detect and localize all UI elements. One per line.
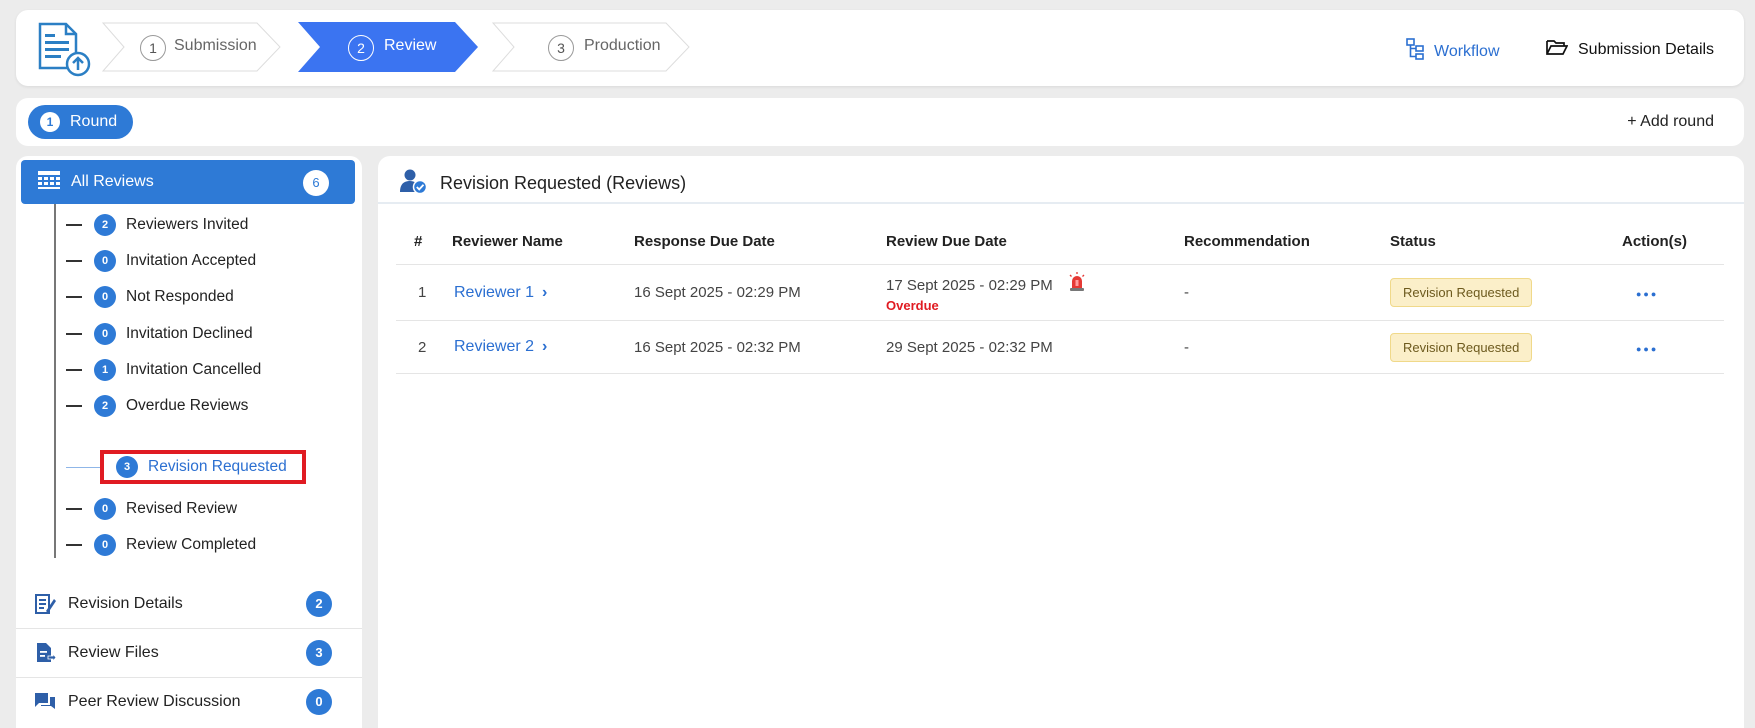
folder-open-icon bbox=[1546, 38, 1569, 61]
count-badge: 0 bbox=[306, 689, 332, 715]
submission-logo-icon bbox=[34, 20, 94, 78]
recommendation: - bbox=[1184, 264, 1390, 321]
step-number: 3 bbox=[548, 35, 574, 61]
step-label: Review bbox=[384, 37, 437, 54]
row-number: 1 bbox=[396, 264, 452, 321]
more-actions-icon[interactable]: ●●● bbox=[1636, 344, 1658, 354]
count-badge: 2 bbox=[94, 395, 116, 417]
review-sidebar: All Reviews 6 2 Reviewers Invited 0 Invi… bbox=[16, 156, 362, 728]
sidebar-item-revised-review[interactable]: 0 Revised Review bbox=[66, 496, 237, 522]
sidebar-item-peer-review-discussion[interactable]: Peer Review Discussion 0 bbox=[16, 678, 362, 726]
sidebar-item-label: Invitation Accepted bbox=[126, 252, 257, 269]
workflow-tree-icon bbox=[1406, 38, 1424, 65]
count-badge: 0 bbox=[94, 534, 116, 556]
sidebar-item-invitation-accepted[interactable]: 0 Invitation Accepted bbox=[66, 248, 256, 274]
sidebar-item-review-completed[interactable]: 0 Review Completed bbox=[66, 532, 256, 558]
submission-details-label: Submission Details bbox=[1578, 40, 1715, 58]
count-badge: 0 bbox=[94, 323, 116, 345]
step-number: 2 bbox=[348, 35, 374, 61]
column-header: Recommendation bbox=[1184, 218, 1390, 265]
overdue-label: Overdue bbox=[886, 298, 939, 313]
count-badge: 1 bbox=[94, 359, 116, 381]
review-due-date: 29 Sept 2025 - 02:32 PM bbox=[886, 320, 1184, 374]
reviewer-name-link[interactable]: Reviewer 2 › bbox=[452, 320, 634, 374]
tree-line bbox=[54, 204, 56, 558]
sidebar-item-label: Peer Review Discussion bbox=[68, 693, 241, 710]
recommendation: - bbox=[1184, 320, 1390, 374]
workflow-label: Workflow bbox=[1434, 42, 1500, 60]
round-label: Round bbox=[70, 113, 118, 130]
more-actions-icon[interactable]: ●●● bbox=[1636, 289, 1658, 299]
sidebar-item-label: Not Responded bbox=[126, 288, 234, 305]
count-badge: 0 bbox=[94, 250, 116, 272]
sidebar-item-label: Revision Details bbox=[68, 595, 183, 612]
sidebar-item-invitation-cancelled[interactable]: 1 Invitation Cancelled bbox=[66, 357, 261, 383]
round-tab[interactable]: 1 Round bbox=[28, 105, 134, 139]
sidebar-item-revision-details[interactable]: Revision Details 2 bbox=[16, 580, 362, 629]
row-number: 2 bbox=[396, 320, 452, 374]
column-header: Reviewer Name bbox=[452, 218, 634, 265]
sidebar-item-label: Invitation Declined bbox=[126, 325, 253, 342]
response-due-date: 16 Sept 2025 - 02:32 PM bbox=[634, 320, 886, 374]
page-title-text: Revision Requested (Reviews) bbox=[440, 173, 687, 193]
reviews-table: # Reviewer Name Response Due Date Review… bbox=[396, 218, 1724, 374]
table-row: 2 Reviewer 2 › 16 Sept 2025 - 02:32 PM 29… bbox=[396, 320, 1724, 374]
sidebar-item-not-responded[interactable]: 0 Not Responded bbox=[66, 284, 234, 310]
count-badge: 0 bbox=[94, 498, 116, 520]
sidebar-item-label: Overdue Reviews bbox=[126, 397, 249, 414]
chevron-right-icon: › bbox=[542, 338, 548, 355]
user-check-icon bbox=[400, 168, 428, 199]
sidebar-item-invitation-declined[interactable]: 0 Invitation Declined bbox=[66, 321, 253, 347]
response-due-date: 16 Sept 2025 - 02:29 PM bbox=[634, 264, 886, 321]
reviewer-name: Reviewer 1 bbox=[454, 283, 535, 301]
count-badge: 3 bbox=[306, 640, 332, 666]
sidebar-item-label: Review Completed bbox=[126, 536, 257, 553]
edit-document-icon bbox=[34, 593, 56, 615]
table-header-row: # Reviewer Name Response Due Date Review… bbox=[396, 218, 1724, 265]
sidebar-item-all-reviews[interactable]: All Reviews 6 bbox=[21, 160, 355, 204]
reviewer-name: Reviewer 2 bbox=[454, 338, 535, 355]
step-number: 1 bbox=[140, 35, 166, 61]
sidebar-item-label: Reviewers Invited bbox=[126, 216, 249, 233]
workflow-link[interactable]: Workflow bbox=[1406, 38, 1500, 65]
selection-highlight bbox=[100, 450, 306, 484]
round-bar: 1 Round + Add round bbox=[16, 98, 1744, 146]
status-badge: Revision Requested bbox=[1390, 332, 1533, 362]
all-reviews-count: 6 bbox=[303, 170, 329, 196]
review-due-date: 17 Sept 2025 - 02:29 PM bbox=[886, 277, 1053, 294]
count-badge: 0 bbox=[94, 286, 116, 308]
column-header: Response Due Date bbox=[634, 218, 886, 265]
reviewer-name-link[interactable]: Reviewer 1 › bbox=[452, 264, 634, 321]
alarm-siren-icon bbox=[1067, 272, 1087, 296]
file-arrow-icon bbox=[34, 642, 57, 664]
submission-details-link[interactable]: Submission Details bbox=[1546, 38, 1714, 61]
add-round-button[interactable]: + Add round bbox=[1627, 113, 1714, 131]
sidebar-item-overdue-reviews[interactable]: 2 Overdue Reviews bbox=[66, 393, 248, 419]
sidebar-item-label: Review Files bbox=[68, 644, 159, 661]
step-label: Submission bbox=[174, 37, 257, 54]
reviews-list-icon bbox=[37, 170, 61, 195]
column-header: Status bbox=[1390, 218, 1622, 265]
main-panel: Revision Requested (Reviews) # Reviewer … bbox=[378, 156, 1744, 728]
sidebar-item-review-files[interactable]: Review Files 3 bbox=[16, 629, 362, 678]
divider bbox=[378, 202, 1744, 204]
column-header: Review Due Date bbox=[886, 218, 1184, 265]
review-due-cell: 17 Sept 2025 - 02:29 PM Overdue bbox=[886, 264, 1184, 321]
sidebar-item-label: Revised Review bbox=[126, 500, 238, 517]
status-badge: Revision Requested bbox=[1390, 278, 1533, 307]
chat-bubbles-icon bbox=[34, 691, 56, 713]
page-title: Revision Requested (Reviews) bbox=[400, 168, 686, 199]
round-number: 1 bbox=[40, 112, 60, 132]
column-header: Action(s) bbox=[1622, 218, 1724, 265]
sidebar-item-label: Invitation Cancelled bbox=[126, 361, 262, 378]
sidebar-item-reviewers-invited[interactable]: 2 Reviewers Invited bbox=[66, 212, 248, 238]
chevron-right-icon: › bbox=[542, 283, 548, 301]
step-label: Production bbox=[584, 37, 661, 54]
count-badge: 2 bbox=[94, 214, 116, 236]
column-header: # bbox=[396, 218, 452, 265]
count-badge: 2 bbox=[306, 591, 332, 617]
workflow-header: 1 Submission 2 Review 3 Production Workf… bbox=[16, 10, 1744, 86]
all-reviews-label: All Reviews bbox=[71, 173, 154, 190]
table-row: 1 Reviewer 1 › 16 Sept 2025 - 02:29 PM 17… bbox=[396, 264, 1724, 321]
